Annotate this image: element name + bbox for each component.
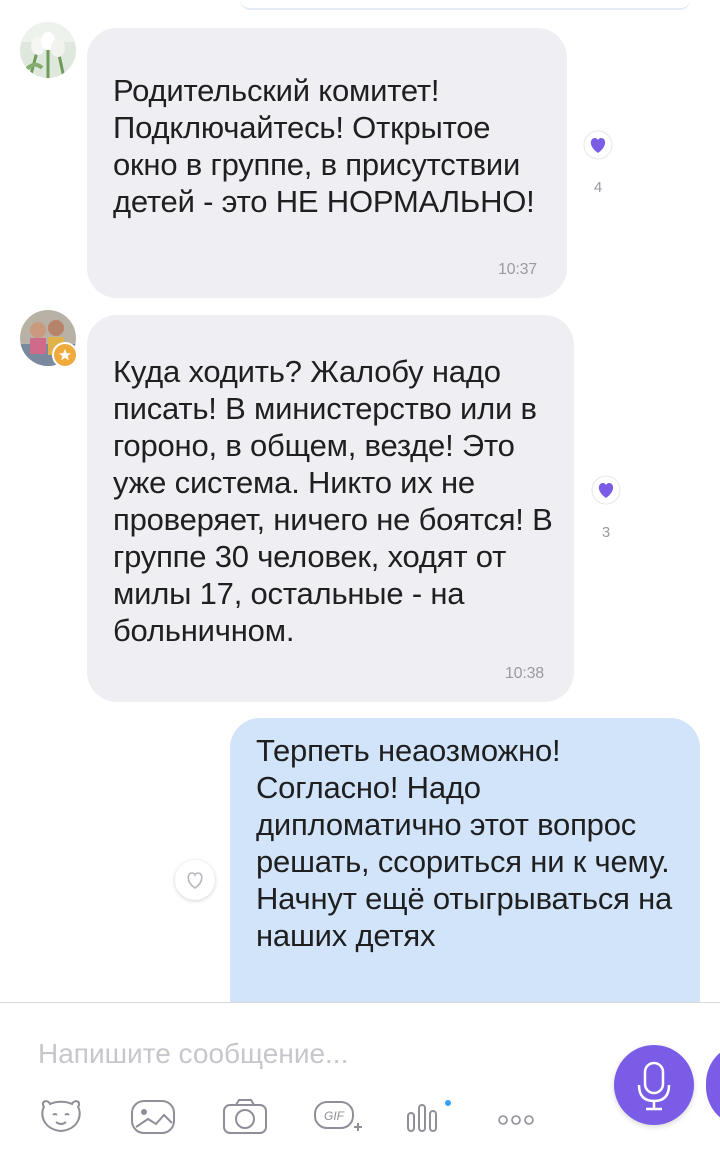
tulips-avatar-icon [20,22,76,78]
gif-label: GIF [324,1109,345,1123]
message-bubble[interactable]: Куда ходить? Жалобу надо писать! В минис… [87,315,574,702]
message-text: Куда ходить? Жалобу надо писать! В минис… [113,354,553,648]
microphone-icon [637,1061,671,1111]
more-icon[interactable] [496,1113,536,1132]
voice-message-icon[interactable] [404,1097,454,1142]
heart-icon [591,475,621,505]
sticker-icon[interactable] [36,1097,86,1142]
message-text: Родительский комитет! Подключайтесь! Отк… [113,73,535,219]
gif-icon[interactable]: GIF [312,1097,366,1144]
message-time: 10:37 [497,261,537,278]
heart-icon [583,130,613,160]
image-icon[interactable] [128,1097,178,1142]
message-bubble[interactable]: Родительский комитет! Подключайтесь! Отк… [87,28,567,298]
message-bubble[interactable]: Терпеть неаозможно! Согласно! Надо дипло… [230,718,700,1018]
camera-icon[interactable] [220,1097,270,1142]
like-count: 4 [593,179,603,196]
heart-outline-icon [187,872,203,889]
message-text: Терпеть неаозможно! Согласно! Надо дипло… [256,733,673,953]
previous-message-edge [240,0,690,10]
like-count: 3 [601,524,611,541]
admin-badge-icon [52,342,78,368]
like-button[interactable] [175,860,215,900]
message-composer: GIF [0,1002,720,1165]
like-reaction[interactable]: 4 [578,130,618,196]
record-voice-button[interactable] [614,1045,694,1125]
attach-panel-edge[interactable] [706,1043,720,1127]
sender-avatar[interactable] [20,22,76,78]
message-input[interactable] [36,1031,560,1077]
message-time: 10:38 [504,665,544,682]
like-reaction[interactable]: 3 [586,475,626,541]
